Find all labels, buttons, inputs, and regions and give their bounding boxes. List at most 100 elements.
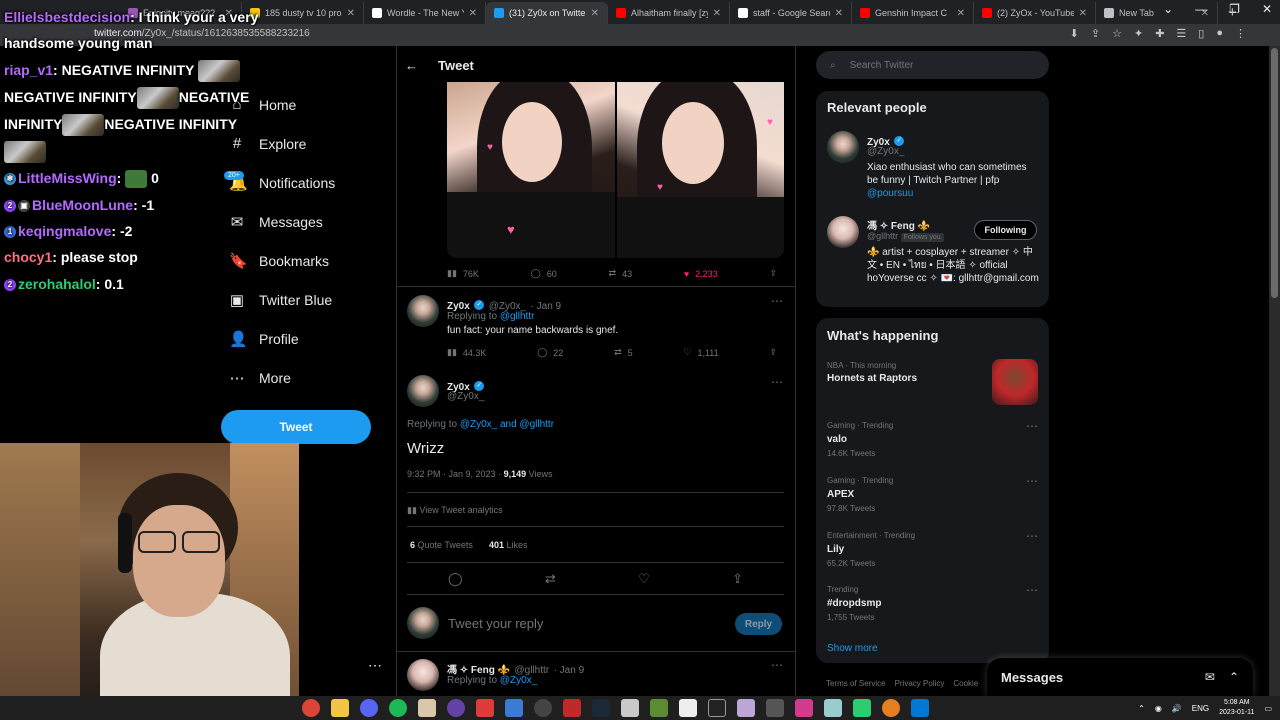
browser-tab[interactable]: Alhaitham finally [zy0x ✕ (608, 2, 730, 24)
trend-item[interactable]: NBA · This morning Hornets at Raptors (827, 361, 917, 384)
minimize-icon[interactable]: — (1195, 2, 1207, 16)
footer-link[interactable]: Privacy Policy (895, 679, 945, 688)
bio-link[interactable]: @poursuu (867, 188, 913, 199)
reading-list-icon[interactable]: ☰ (1176, 27, 1186, 40)
app-icon[interactable] (824, 699, 842, 717)
person-name[interactable]: 馮 ✧ Feng ⚜️ (867, 217, 930, 232)
footer-link[interactable]: Cookie (953, 679, 978, 688)
reply-stat[interactable]: ◯ 60 (531, 268, 557, 279)
mention-link[interactable]: @gllhttr (500, 311, 535, 322)
tweet-photo[interactable]: ♥ ♥ (447, 82, 615, 258)
trend-item[interactable]: Gaming · Trending APEX 97.8K Tweets (827, 476, 893, 513)
close-icon[interactable]: ✕ (1262, 2, 1272, 16)
nav-notifications[interactable]: 🔔 Notifications (229, 174, 335, 192)
discord-icon[interactable] (360, 699, 378, 717)
image-app-icon[interactable] (418, 699, 436, 717)
messages-dock[interactable]: Messages ✉ ⌃ (987, 658, 1253, 696)
mention-link[interactable]: @Zy0x_ (500, 675, 537, 686)
notification-center-icon[interactable]: ▭ (1264, 704, 1272, 713)
account-menu-dots-icon[interactable]: ⋯ (368, 657, 382, 674)
nav-twitter-blue[interactable]: ▣ Twitter Blue (229, 291, 332, 309)
sidebar-icon[interactable]: ▯ (1198, 27, 1204, 40)
following-button[interactable]: Following (974, 220, 1037, 240)
trend-options-icon[interactable]: ⋯ (1026, 583, 1038, 597)
avatar[interactable] (407, 659, 439, 691)
like-stat[interactable]: ♥ 2,233 (684, 269, 718, 279)
view-analytics-link[interactable]: ▮▮ View Tweet analytics (407, 505, 503, 516)
tab-close-icon[interactable]: ✕ (713, 8, 721, 19)
volume-icon[interactable]: 🔊 (1172, 704, 1182, 713)
trend-options-icon[interactable]: ⋯ (1026, 529, 1038, 543)
firefox-icon[interactable] (882, 699, 900, 717)
tweet-options-icon[interactable]: ⋯ (771, 375, 783, 389)
tweet-options-icon[interactable]: ⋯ (771, 294, 783, 308)
language-indicator[interactable]: ENG (1192, 704, 1209, 713)
browser-tab[interactable]: Wordle - The New York ✕ (364, 2, 486, 24)
retweet-stat[interactable]: ⇄ 43 (609, 268, 633, 279)
nav-bookmarks[interactable]: 🔖 Bookmarks (229, 252, 329, 270)
trend-thumbnail[interactable] (992, 359, 1038, 405)
chrome-icon[interactable] (302, 699, 320, 717)
avatar[interactable] (407, 295, 439, 327)
share-icon[interactable]: ⇪ (769, 347, 777, 358)
footer-link[interactable]: Terms of Service (826, 679, 886, 688)
network-icon[interactable]: ◉ (1155, 704, 1162, 713)
browser-tab[interactable]: staff - Google Search ✕ (730, 2, 852, 24)
clock[interactable]: 5:08 AM 2023-01-11 (1219, 698, 1254, 718)
app-icon[interactable] (795, 699, 813, 717)
profile-avatar-icon[interactable]: ● (1216, 27, 1223, 40)
new-message-icon[interactable]: ✉ (1205, 670, 1215, 684)
obs-icon[interactable] (447, 699, 465, 717)
tab-close-icon[interactable]: ✕ (591, 8, 599, 19)
scrollbar-thumb[interactable] (1271, 48, 1278, 298)
share-icon[interactable]: ⇪ (769, 268, 777, 279)
nav-more[interactable]: ⋯ More (229, 369, 291, 387)
quote-tweets-link[interactable]: 6 Quote Tweets (410, 540, 473, 550)
extension-icon[interactable]: ✦ (1134, 27, 1143, 40)
tweet-options-icon[interactable]: ⋯ (771, 658, 783, 672)
tab-close-icon[interactable]: ✕ (1079, 8, 1087, 19)
app-icon[interactable] (911, 699, 929, 717)
nav-explore[interactable]: # Explore (229, 135, 307, 152)
browser-tab[interactable]: (31) Zy0x on Twitter: " ✕ (486, 2, 608, 24)
views-stat[interactable]: ▮▮ 44.3K (447, 347, 486, 358)
app-icon[interactable] (621, 699, 639, 717)
reply-input[interactable]: Tweet your reply (448, 616, 543, 631)
steam-icon[interactable] (592, 699, 610, 717)
tweet-photo[interactable]: ♥ ♥ (617, 82, 784, 258)
expand-icon[interactable]: ⌃ (1229, 670, 1239, 684)
share-icon[interactable]: ⇪ (732, 571, 743, 587)
nav-profile[interactable]: 👤 Profile (229, 330, 299, 348)
trend-item[interactable]: Trending #dropdsmp 1,755 Tweets (827, 585, 881, 622)
heart-icon[interactable]: ♡ (638, 571, 650, 587)
nav-messages[interactable]: ✉ Messages (229, 213, 323, 231)
tab-close-icon[interactable]: ✕ (835, 8, 843, 19)
like-stat[interactable]: ♡ 1,111 (683, 347, 718, 358)
game-icon[interactable] (737, 699, 755, 717)
views-stat[interactable]: ▮▮ 76K (447, 268, 479, 279)
search-box[interactable]: ⌕ Search Twitter (816, 51, 1049, 79)
game-launcher-icon[interactable] (476, 699, 494, 717)
browser-tab[interactable]: (2) ZyOx - YouTube ✕ (974, 2, 1096, 24)
mention-link[interactable]: @Zy0x_ and @gllhttr (460, 419, 554, 430)
spotify-icon[interactable] (389, 699, 407, 717)
app-icon[interactable] (853, 699, 871, 717)
bookmark-star-icon[interactable]: ☆ (1112, 27, 1122, 40)
restore-icon[interactable]: ❐ (1229, 2, 1240, 16)
puzzle-icon[interactable]: ✚ (1155, 27, 1164, 40)
tray-expand-icon[interactable]: ⌃ (1138, 704, 1145, 713)
avatar[interactable] (827, 131, 859, 163)
trend-options-icon[interactable]: ⋯ (1026, 419, 1038, 433)
minecraft-icon[interactable] (650, 699, 668, 717)
app-icon[interactable] (708, 699, 726, 717)
battlenet-icon[interactable] (505, 699, 523, 717)
install-icon[interactable]: ⬇ (1070, 27, 1079, 40)
search-input[interactable]: Search Twitter (850, 60, 914, 71)
tab-close-icon[interactable]: ✕ (347, 8, 355, 19)
file-explorer-icon[interactable] (331, 699, 349, 717)
author-handle[interactable]: @Zy0x_ (447, 391, 484, 402)
reply-stat[interactable]: ◯ 22 (537, 347, 563, 358)
settings-icon[interactable] (766, 699, 784, 717)
trend-item[interactable]: Gaming · Trending valo 14.6K Tweets (827, 421, 893, 458)
retweet-icon[interactable]: ⇄ (545, 571, 556, 587)
